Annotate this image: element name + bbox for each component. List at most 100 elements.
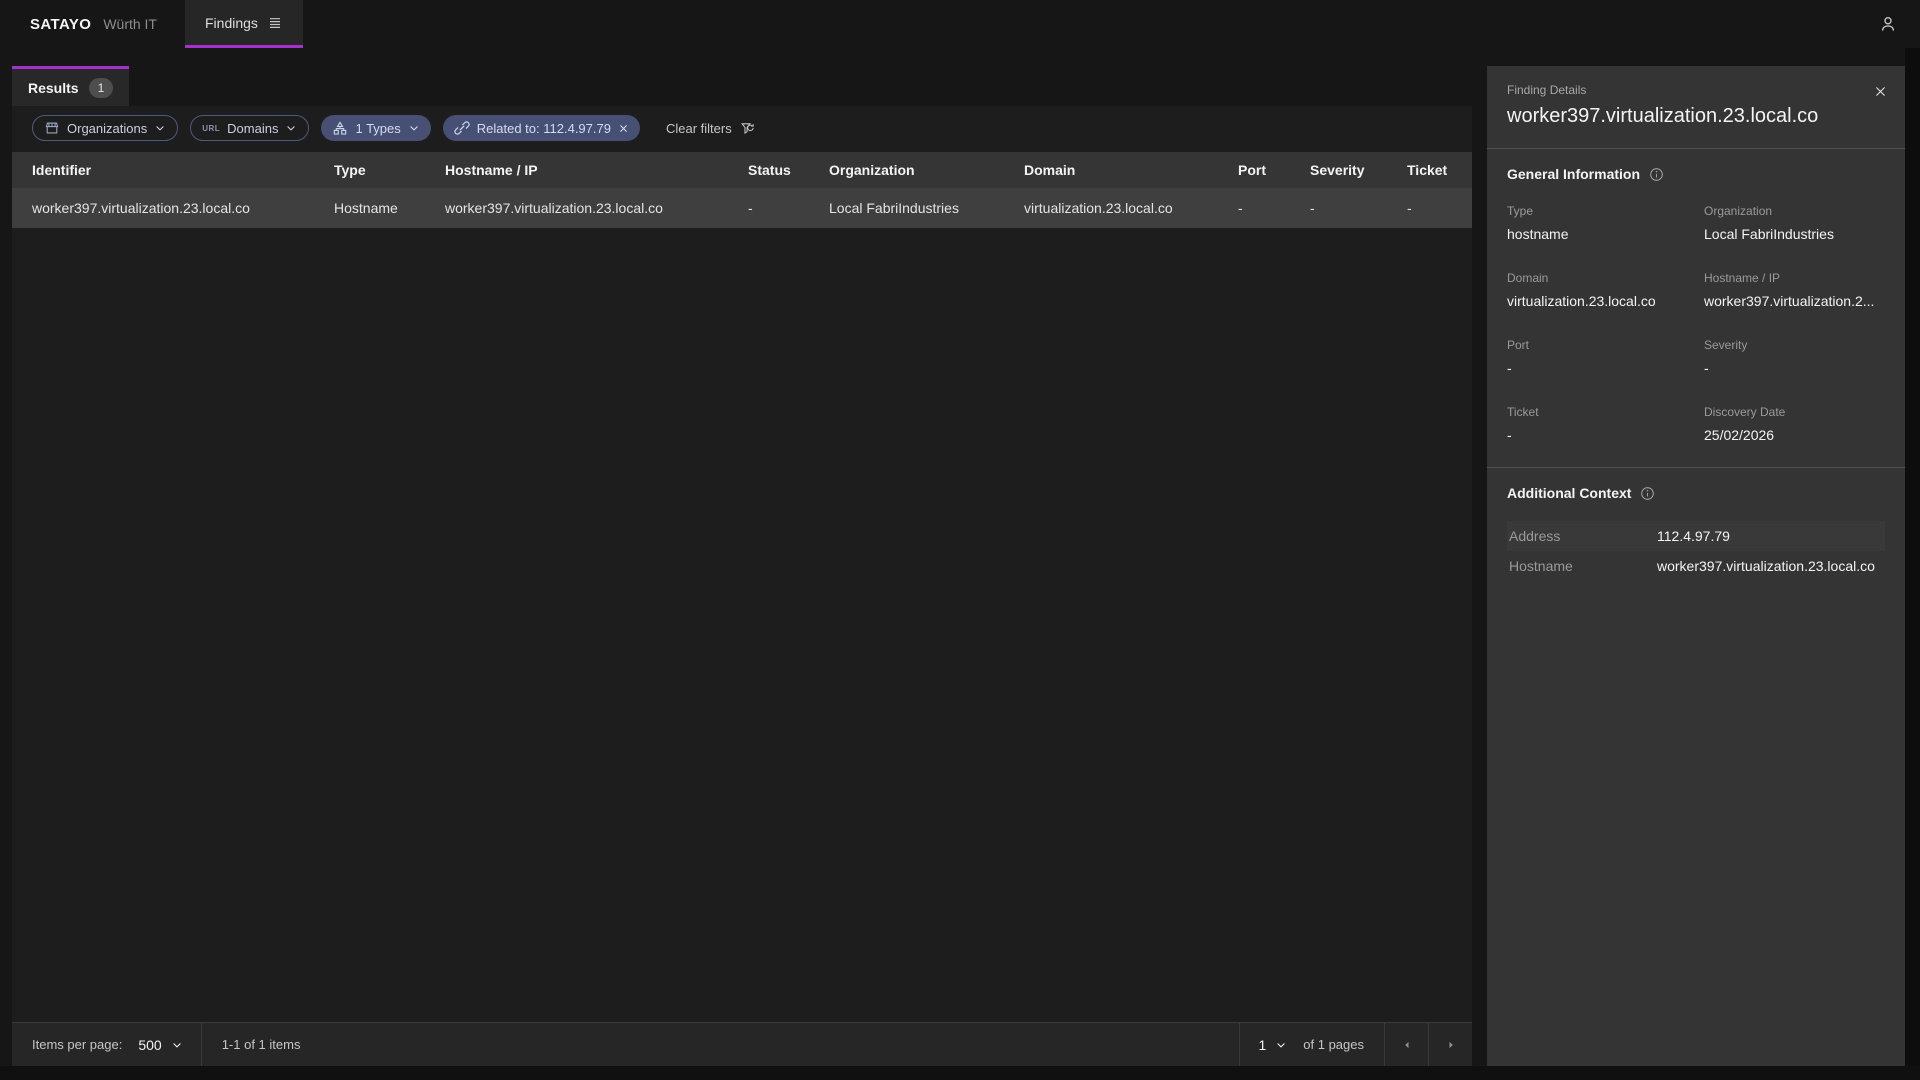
- field-label: Type: [1507, 204, 1688, 218]
- results-table-area: Organizations URL Domains: [12, 106, 1472, 1066]
- chevron-down-icon: [154, 122, 166, 134]
- field-value: 25/02/2026: [1704, 427, 1885, 443]
- brand-organization: Würth IT: [103, 16, 157, 32]
- panel-header: Finding Details worker397.virtualization…: [1487, 66, 1905, 148]
- context-value: 112.4.97.79: [1657, 528, 1730, 544]
- field-label: Severity: [1704, 338, 1885, 352]
- cell-port: -: [1218, 188, 1290, 228]
- column-header-port[interactable]: Port: [1218, 152, 1290, 188]
- brand-name: SATAYO: [30, 16, 91, 33]
- clear-filters-label: Clear filters: [666, 121, 732, 136]
- page-size-select[interactable]: 500: [122, 1023, 200, 1066]
- column-header-type[interactable]: Type: [314, 152, 425, 188]
- context-row-address: Address 112.4.97.79: [1507, 521, 1885, 551]
- filter-domains[interactable]: URL Domains: [190, 115, 309, 141]
- field-type: Type hostname: [1507, 204, 1688, 242]
- field-ticket: Ticket -: [1507, 405, 1688, 443]
- page-number-select[interactable]: 1: [1240, 1023, 1303, 1066]
- field-value: worker397.virtualization.2...: [1704, 293, 1885, 309]
- pages-count-label: of 1 pages: [1303, 1023, 1384, 1066]
- field-domain: Domain virtualization.23.local.co: [1507, 271, 1688, 309]
- filter-related-to[interactable]: Related to: 112.4.97.79: [443, 115, 640, 141]
- chevron-down-icon: [171, 1039, 183, 1051]
- filter-organizations-label: Organizations: [67, 121, 147, 136]
- url-icon: URL: [202, 124, 220, 133]
- user-account-icon[interactable]: [1872, 8, 1904, 40]
- field-label: Organization: [1704, 204, 1885, 218]
- page-navigation: 1 of 1 pages: [1239, 1023, 1472, 1066]
- info-icon[interactable]: [1640, 486, 1655, 501]
- pagination-bar: Items per page: 500 1-1 of 1 items 1 of: [12, 1022, 1472, 1066]
- clear-filters-button[interactable]: Clear filters: [666, 121, 755, 136]
- column-header-identifier[interactable]: Identifier: [12, 152, 314, 188]
- field-label: Domain: [1507, 271, 1688, 285]
- main-area: Results 1 Organizations: [0, 48, 1920, 1066]
- storefront-icon: [44, 120, 60, 136]
- items-range-text: 1-1 of 1 items: [202, 1023, 301, 1066]
- findings-tab-label: Findings: [205, 15, 258, 31]
- field-discovery-date: Discovery Date 25/02/2026: [1704, 405, 1885, 443]
- app-root: SATAYO Würth IT Findings Results 1: [0, 0, 1920, 1080]
- additional-context-heading: Additional Context: [1507, 485, 1631, 501]
- page-number-value: 1: [1258, 1037, 1266, 1053]
- filter-reset-icon: [740, 121, 755, 136]
- general-information-section: General Information Type hostname Organi…: [1487, 149, 1905, 467]
- filter-domains-label: Domains: [227, 121, 278, 136]
- context-label: Hostname: [1507, 558, 1657, 574]
- field-value: hostname: [1507, 226, 1688, 242]
- results-table: Identifier Type Hostname / IP Status Org…: [12, 152, 1472, 228]
- cell-status: -: [728, 188, 809, 228]
- finding-details-panel: Finding Details worker397.virtualization…: [1487, 66, 1905, 1066]
- previous-page-button[interactable]: [1384, 1023, 1428, 1066]
- filter-types[interactable]: 1 Types: [321, 115, 430, 141]
- field-value: -: [1507, 427, 1688, 443]
- chevron-down-icon: [408, 122, 420, 134]
- caret-right-icon: [1445, 1039, 1457, 1051]
- column-header-hostname-ip[interactable]: Hostname / IP: [425, 152, 728, 188]
- list-icon: [267, 15, 283, 31]
- table-empty-space: [12, 228, 1472, 1022]
- context-row-hostname: Hostname worker397.virtualization.23.loc…: [1507, 551, 1885, 581]
- cell-type: Hostname: [314, 188, 425, 228]
- cell-domain: virtualization.23.local.co: [1004, 188, 1218, 228]
- next-page-button[interactable]: [1428, 1023, 1472, 1066]
- close-panel-button[interactable]: [1865, 76, 1895, 106]
- close-icon: [618, 123, 629, 134]
- page-size-value: 500: [138, 1037, 161, 1053]
- field-label: Ticket: [1507, 405, 1688, 419]
- results-tab-label: Results: [28, 80, 79, 96]
- column-header-domain[interactable]: Domain: [1004, 152, 1218, 188]
- cell-identifier[interactable]: worker397.virtualization.23.local.co: [12, 188, 314, 228]
- results-content: Results 1 Organizations: [12, 48, 1472, 1066]
- cell-ticket: -: [1387, 188, 1472, 228]
- field-value: -: [1507, 360, 1688, 376]
- close-icon: [1874, 85, 1887, 98]
- additional-context-rows: Address 112.4.97.79 Hostname worker397.v…: [1507, 521, 1885, 581]
- cell-hostname-ip: worker397.virtualization.23.local.co: [425, 188, 728, 228]
- cell-severity: -: [1290, 188, 1387, 228]
- tab-results[interactable]: Results 1: [12, 66, 129, 106]
- general-information-fields: Type hostname Organization Local FabriIn…: [1507, 204, 1885, 443]
- link-icon: [454, 120, 470, 136]
- brand: SATAYO Würth IT: [30, 16, 157, 33]
- column-header-organization[interactable]: Organization: [809, 152, 1004, 188]
- hierarchy-icon: [332, 120, 348, 136]
- filter-bar: Organizations URL Domains: [12, 106, 1472, 152]
- items-per-page-label: Items per page:: [12, 1023, 122, 1066]
- table-header-row: Identifier Type Hostname / IP Status Org…: [12, 152, 1472, 188]
- results-count-badge: 1: [89, 78, 114, 98]
- panel-eyebrow: Finding Details: [1507, 83, 1885, 97]
- field-port: Port -: [1507, 338, 1688, 376]
- field-label: Port: [1507, 338, 1688, 352]
- scrollbar-gutter[interactable]: [1905, 48, 1920, 1066]
- top-navigation-bar: SATAYO Würth IT Findings: [0, 0, 1920, 48]
- caret-left-icon: [1401, 1039, 1413, 1051]
- column-header-status[interactable]: Status: [728, 152, 809, 188]
- info-icon[interactable]: [1649, 167, 1664, 182]
- table-row[interactable]: worker397.virtualization.23.local.co Hos…: [12, 188, 1472, 228]
- column-header-severity[interactable]: Severity: [1290, 152, 1387, 188]
- filter-organizations[interactable]: Organizations: [32, 115, 178, 141]
- column-header-ticket[interactable]: Ticket: [1387, 152, 1472, 188]
- tab-findings[interactable]: Findings: [185, 0, 303, 48]
- filter-types-label: 1 Types: [355, 121, 400, 136]
